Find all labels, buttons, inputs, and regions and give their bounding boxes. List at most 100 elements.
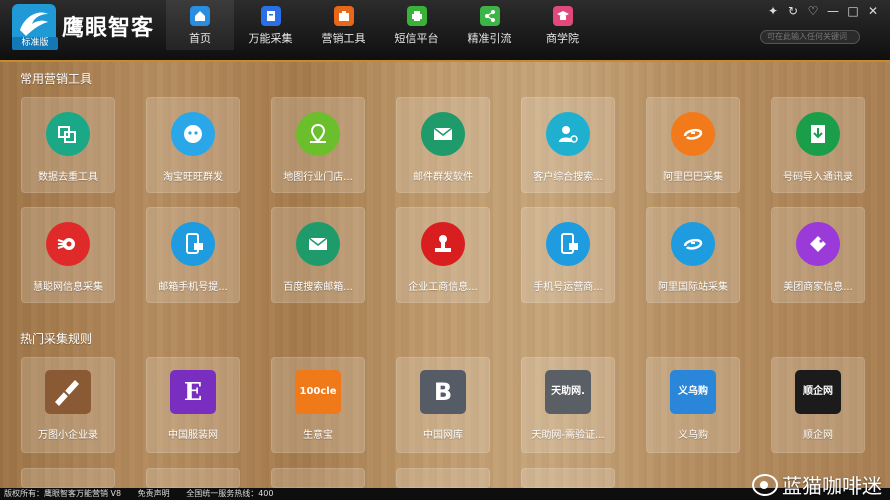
wangwang-icon (171, 112, 215, 156)
nav-home[interactable]: 首页 (166, 0, 234, 50)
tool-label: 百度搜索邮箱... (283, 282, 353, 293)
nav-marketing-tools[interactable]: 营销工具 (307, 0, 380, 50)
minimize-icon[interactable]: — (826, 4, 840, 18)
rule-tile-partial[interactable] (396, 468, 490, 488)
skin-icon[interactable]: ✦ (766, 4, 780, 18)
nav-sms[interactable]: 短信平台 (380, 0, 453, 50)
search-input[interactable]: 可在此输入任何关键词 (760, 30, 860, 44)
nav-label: 商学院 (546, 32, 579, 45)
tool-label: 淘宝旺旺群发 (163, 172, 223, 183)
rule-tile-partial[interactable] (271, 468, 365, 488)
rule-label: 生意宝 (303, 430, 333, 441)
tool-alibaba[interactable]: 阿里巴巴采集 (646, 97, 740, 193)
favorite-icon[interactable]: ♡ (806, 4, 820, 18)
rule-label: 天助网-需验证... (531, 430, 605, 441)
tool-alibaba-intl[interactable]: 阿里国际站采集 (646, 207, 740, 303)
tool-label: 手机号运营商... (533, 282, 603, 293)
alibaba-intl-icon (671, 222, 715, 266)
tool-mail-sender[interactable]: 邮件群发软件 (396, 97, 490, 193)
fashion-logo-icon: E (170, 370, 216, 414)
eagle-logo-icon (20, 12, 48, 36)
watermark: 蓝猫咖啡迷 (752, 470, 882, 499)
rule-tile-partial[interactable] (521, 468, 615, 488)
tool-mail-search[interactable]: 百度搜索邮箱... (271, 207, 365, 303)
disclaimer-link[interactable]: 免责声明 (138, 489, 170, 498)
tool-wangwang[interactable]: 淘宝旺旺群发 (146, 97, 240, 193)
wangku-logo-icon: B (420, 370, 466, 414)
rule-label: 万图小企业录 (38, 430, 98, 441)
window-controls: ✦ ↻ ♡ — □ ✕ (766, 4, 880, 18)
refresh-icon[interactable]: ↻ (786, 4, 800, 18)
rule-tile-partial[interactable] (21, 468, 115, 488)
rule-yiwugou[interactable]: 义乌购 义乌购 (646, 357, 740, 453)
contacts-import-icon (796, 112, 840, 156)
wantu-logo-icon (45, 370, 91, 414)
rule-tile-partial[interactable] (146, 468, 240, 488)
close-icon[interactable]: ✕ (866, 4, 880, 18)
collect-icon (260, 6, 281, 26)
tool-label: 企业工商信息... (408, 282, 478, 293)
rule-label: 义乌购 (678, 430, 708, 441)
nav-academy[interactable]: 商学院 (526, 0, 599, 50)
alibaba-icon (671, 112, 715, 156)
nav-label: 万能采集 (248, 32, 293, 45)
share-icon (479, 6, 500, 26)
mail-icon (421, 112, 465, 156)
rule-label: 中国服装网 (168, 430, 218, 441)
nav-label: 精准引流 (467, 32, 512, 45)
carrier-icon (546, 222, 590, 266)
nav-label: 首页 (189, 32, 211, 45)
tool-label: 邮件群发软件 (413, 172, 473, 183)
rule-wantu[interactable]: 万图小企业录 (21, 357, 115, 453)
weibo-icon (752, 473, 778, 496)
rules-section-title: 热门采集规则 (20, 332, 93, 346)
edition-tag: 标准版 (12, 37, 58, 50)
seal-icon (421, 222, 465, 266)
tool-label: 慧聪网信息采集 (33, 282, 103, 293)
tool-label: 客户综合搜索... (533, 172, 603, 183)
rule-wangku[interactable]: B 中国网库 (396, 357, 490, 453)
yiwugou-logo-icon: 义乌购 (670, 370, 716, 414)
home-icon (190, 6, 210, 26)
nav-label: 短信平台 (394, 32, 439, 45)
tool-label: 阿里国际站采集 (658, 282, 728, 293)
hotline-text: 全国统一服务热线：400 (186, 489, 274, 498)
nav-collect[interactable]: 万能采集 (234, 0, 307, 50)
tool-meituan[interactable]: 美团商家信息... (771, 207, 865, 303)
tool-huicong[interactable]: 慧聪网信息采集 (21, 207, 115, 303)
nav-traffic[interactable]: 精准引流 (453, 0, 526, 50)
rule-label: 顺企网 (803, 430, 833, 441)
briefcase-icon (333, 6, 354, 26)
tianzhu-logo-icon: 天助网. (545, 370, 591, 414)
mail-search-icon (296, 222, 340, 266)
tools-section-title: 常用营销工具 (20, 72, 93, 86)
tool-dedupe[interactable]: 数据去重工具 (21, 97, 115, 193)
tool-customer-search[interactable]: 客户综合搜索... (521, 97, 615, 193)
shengyibao-logo-icon: 100cle (295, 370, 341, 414)
tool-phone-extract[interactable]: 邮箱手机号提... (146, 207, 240, 303)
copyright-text: 版权所有：鹰眼智客万能营销 V8 (4, 489, 122, 498)
rule-tianzhu[interactable]: 天助网. 天助网-需验证... (521, 357, 615, 453)
map-pin-icon (296, 112, 340, 156)
shunqi-logo-icon: 顺企网 (795, 370, 841, 414)
rule-fashion[interactable]: E 中国服装网 (146, 357, 240, 453)
top-header: 标准版 鹰眼智客 首页 万能采集 营销工具 短信平台 精准引流 商学院 ✦ ↻ … (0, 0, 890, 62)
graduation-icon (552, 6, 573, 26)
tool-carrier[interactable]: 手机号运营商... (521, 207, 615, 303)
app-title: 鹰眼智客 (62, 16, 155, 41)
tool-label: 阿里巴巴采集 (663, 172, 723, 183)
tool-contacts-import[interactable]: 号码导入通讯录 (771, 97, 865, 193)
rule-shunqi[interactable]: 顺企网 顺企网 (771, 357, 865, 453)
customer-search-icon (546, 112, 590, 156)
tool-label: 地图行业门店... (283, 172, 353, 183)
maximize-icon[interactable]: □ (846, 4, 860, 18)
nav-label: 营销工具 (321, 32, 366, 45)
tool-business-info[interactable]: 企业工商信息... (396, 207, 490, 303)
tool-label: 号码导入通讯录 (783, 172, 853, 183)
tool-map-stores[interactable]: 地图行业门店... (271, 97, 365, 193)
rule-label: 中国网库 (423, 430, 463, 441)
rule-shengyibao[interactable]: 100cle 生意宝 (271, 357, 365, 453)
main-nav: 首页 万能采集 营销工具 短信平台 精准引流 商学院 (166, 0, 599, 50)
tool-label: 邮箱手机号提... (158, 282, 228, 293)
tool-label: 数据去重工具 (38, 172, 98, 183)
